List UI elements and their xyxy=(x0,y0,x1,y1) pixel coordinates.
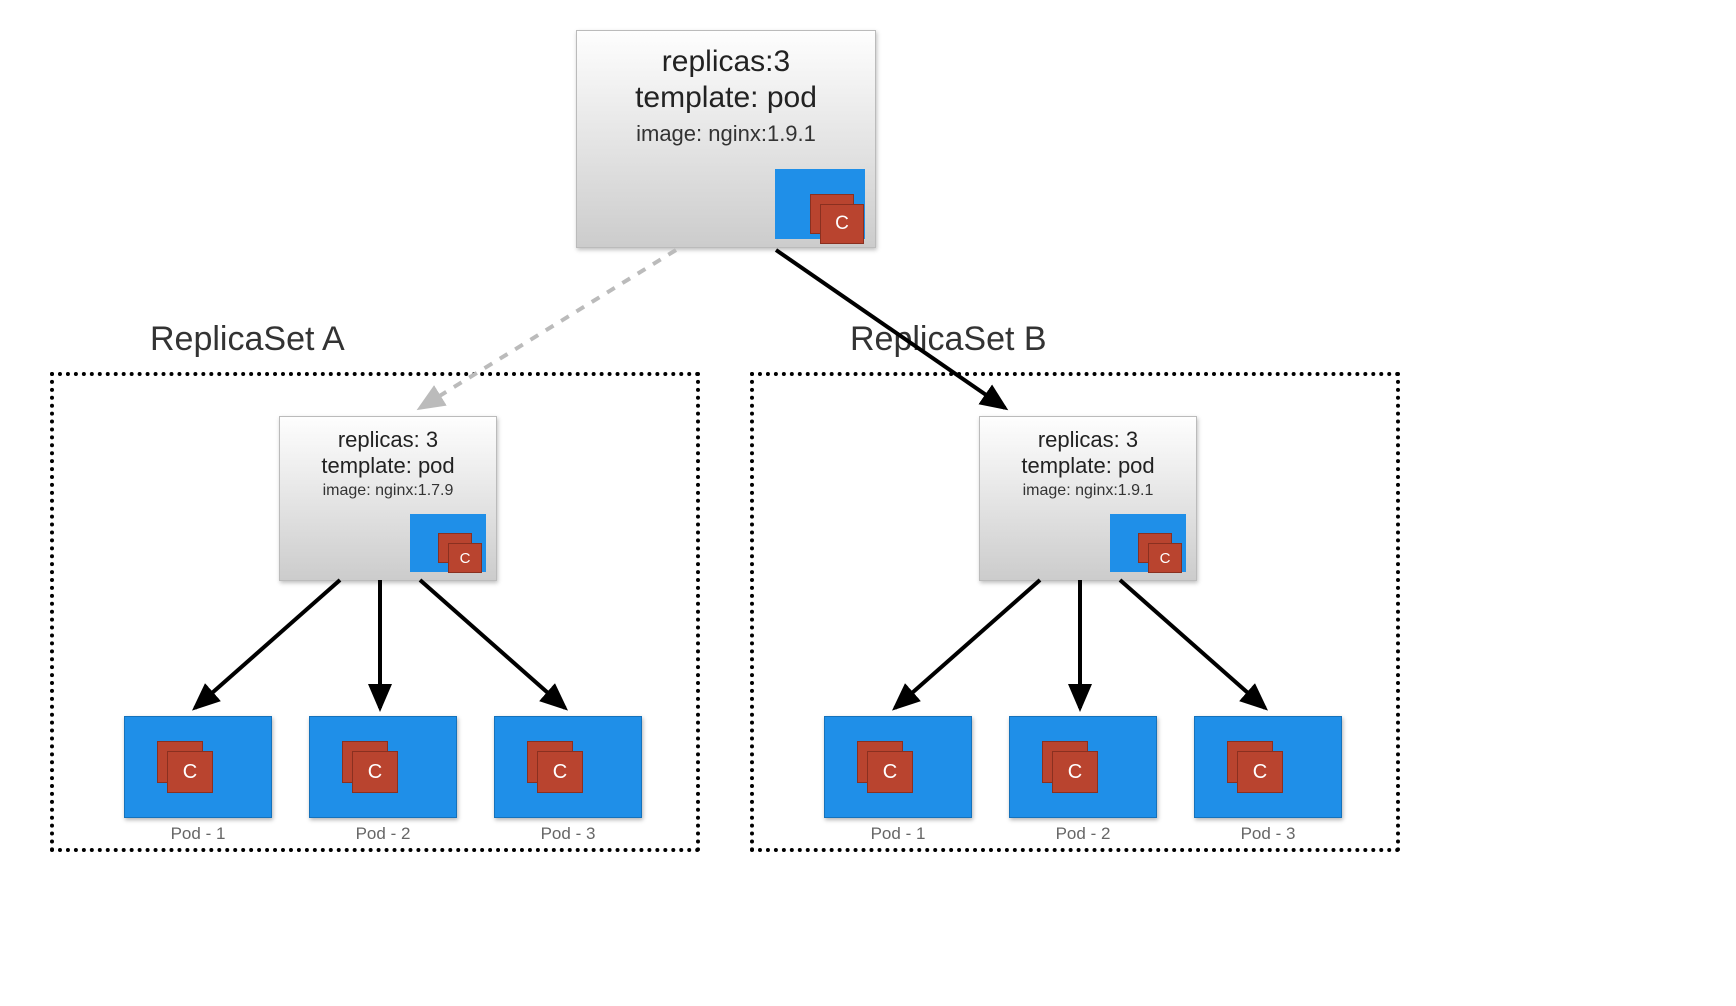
container-tile-icon: C xyxy=(1237,751,1283,793)
deployment-template: template: pod xyxy=(577,81,875,115)
replicaset-b-container: replicas: 3 template: pod image: nginx:1… xyxy=(750,372,1400,852)
pod-a-2: C xyxy=(309,716,457,818)
replicaset-a-spec-box: replicas: 3 template: pod image: nginx:1… xyxy=(279,416,497,581)
pod-a-3-label: Pod - 3 xyxy=(494,824,642,844)
pod-a-2-label: Pod - 2 xyxy=(309,824,457,844)
replicaset-b-title: ReplicaSet B xyxy=(850,320,1047,359)
deployment-spec-box: replicas:3 template: pod image: nginx:1.… xyxy=(576,30,876,248)
replicaset-a-template: template: pod xyxy=(280,453,496,479)
deployment-replicas: replicas:3 xyxy=(577,45,875,79)
pod-b-1: C xyxy=(824,716,972,818)
container-tile-icon: C xyxy=(167,751,213,793)
diagram-canvas: replicas:3 template: pod image: nginx:1.… xyxy=(0,0,1736,1006)
replicaset-b-spec-box: replicas: 3 template: pod image: nginx:1… xyxy=(979,416,1197,581)
replicaset-b-template: template: pod xyxy=(980,453,1196,479)
pod-a-1-label: Pod - 1 xyxy=(124,824,272,844)
pod-b-1-label: Pod - 1 xyxy=(824,824,972,844)
container-icon: C xyxy=(410,514,486,572)
replicaset-a-title: ReplicaSet A xyxy=(150,320,345,359)
replicaset-a-image: image: nginx:1.7.9 xyxy=(280,482,496,500)
replicaset-b-image: image: nginx:1.9.1 xyxy=(980,482,1196,500)
container-icon: C xyxy=(1110,514,1186,572)
container-tile-icon: C xyxy=(1148,543,1182,573)
pod-a-1: C xyxy=(124,716,272,818)
container-tile-icon: C xyxy=(352,751,398,793)
pod-b-3: C xyxy=(1194,716,1342,818)
replicaset-b-replicas: replicas: 3 xyxy=(980,427,1196,453)
deployment-image: image: nginx:1.9.1 xyxy=(577,121,875,147)
container-tile-icon: C xyxy=(1052,751,1098,793)
pod-b-2: C xyxy=(1009,716,1157,818)
container-tile-icon: C xyxy=(820,204,864,244)
pod-b-3-label: Pod - 3 xyxy=(1194,824,1342,844)
container-icon: C xyxy=(775,169,865,239)
container-tile-icon: C xyxy=(448,543,482,573)
container-tile-icon: C xyxy=(537,751,583,793)
replicaset-a-replicas: replicas: 3 xyxy=(280,427,496,453)
pod-a-3: C xyxy=(494,716,642,818)
container-tile-icon: C xyxy=(867,751,913,793)
replicaset-a-container: replicas: 3 template: pod image: nginx:1… xyxy=(50,372,700,852)
pod-b-2-label: Pod - 2 xyxy=(1009,824,1157,844)
